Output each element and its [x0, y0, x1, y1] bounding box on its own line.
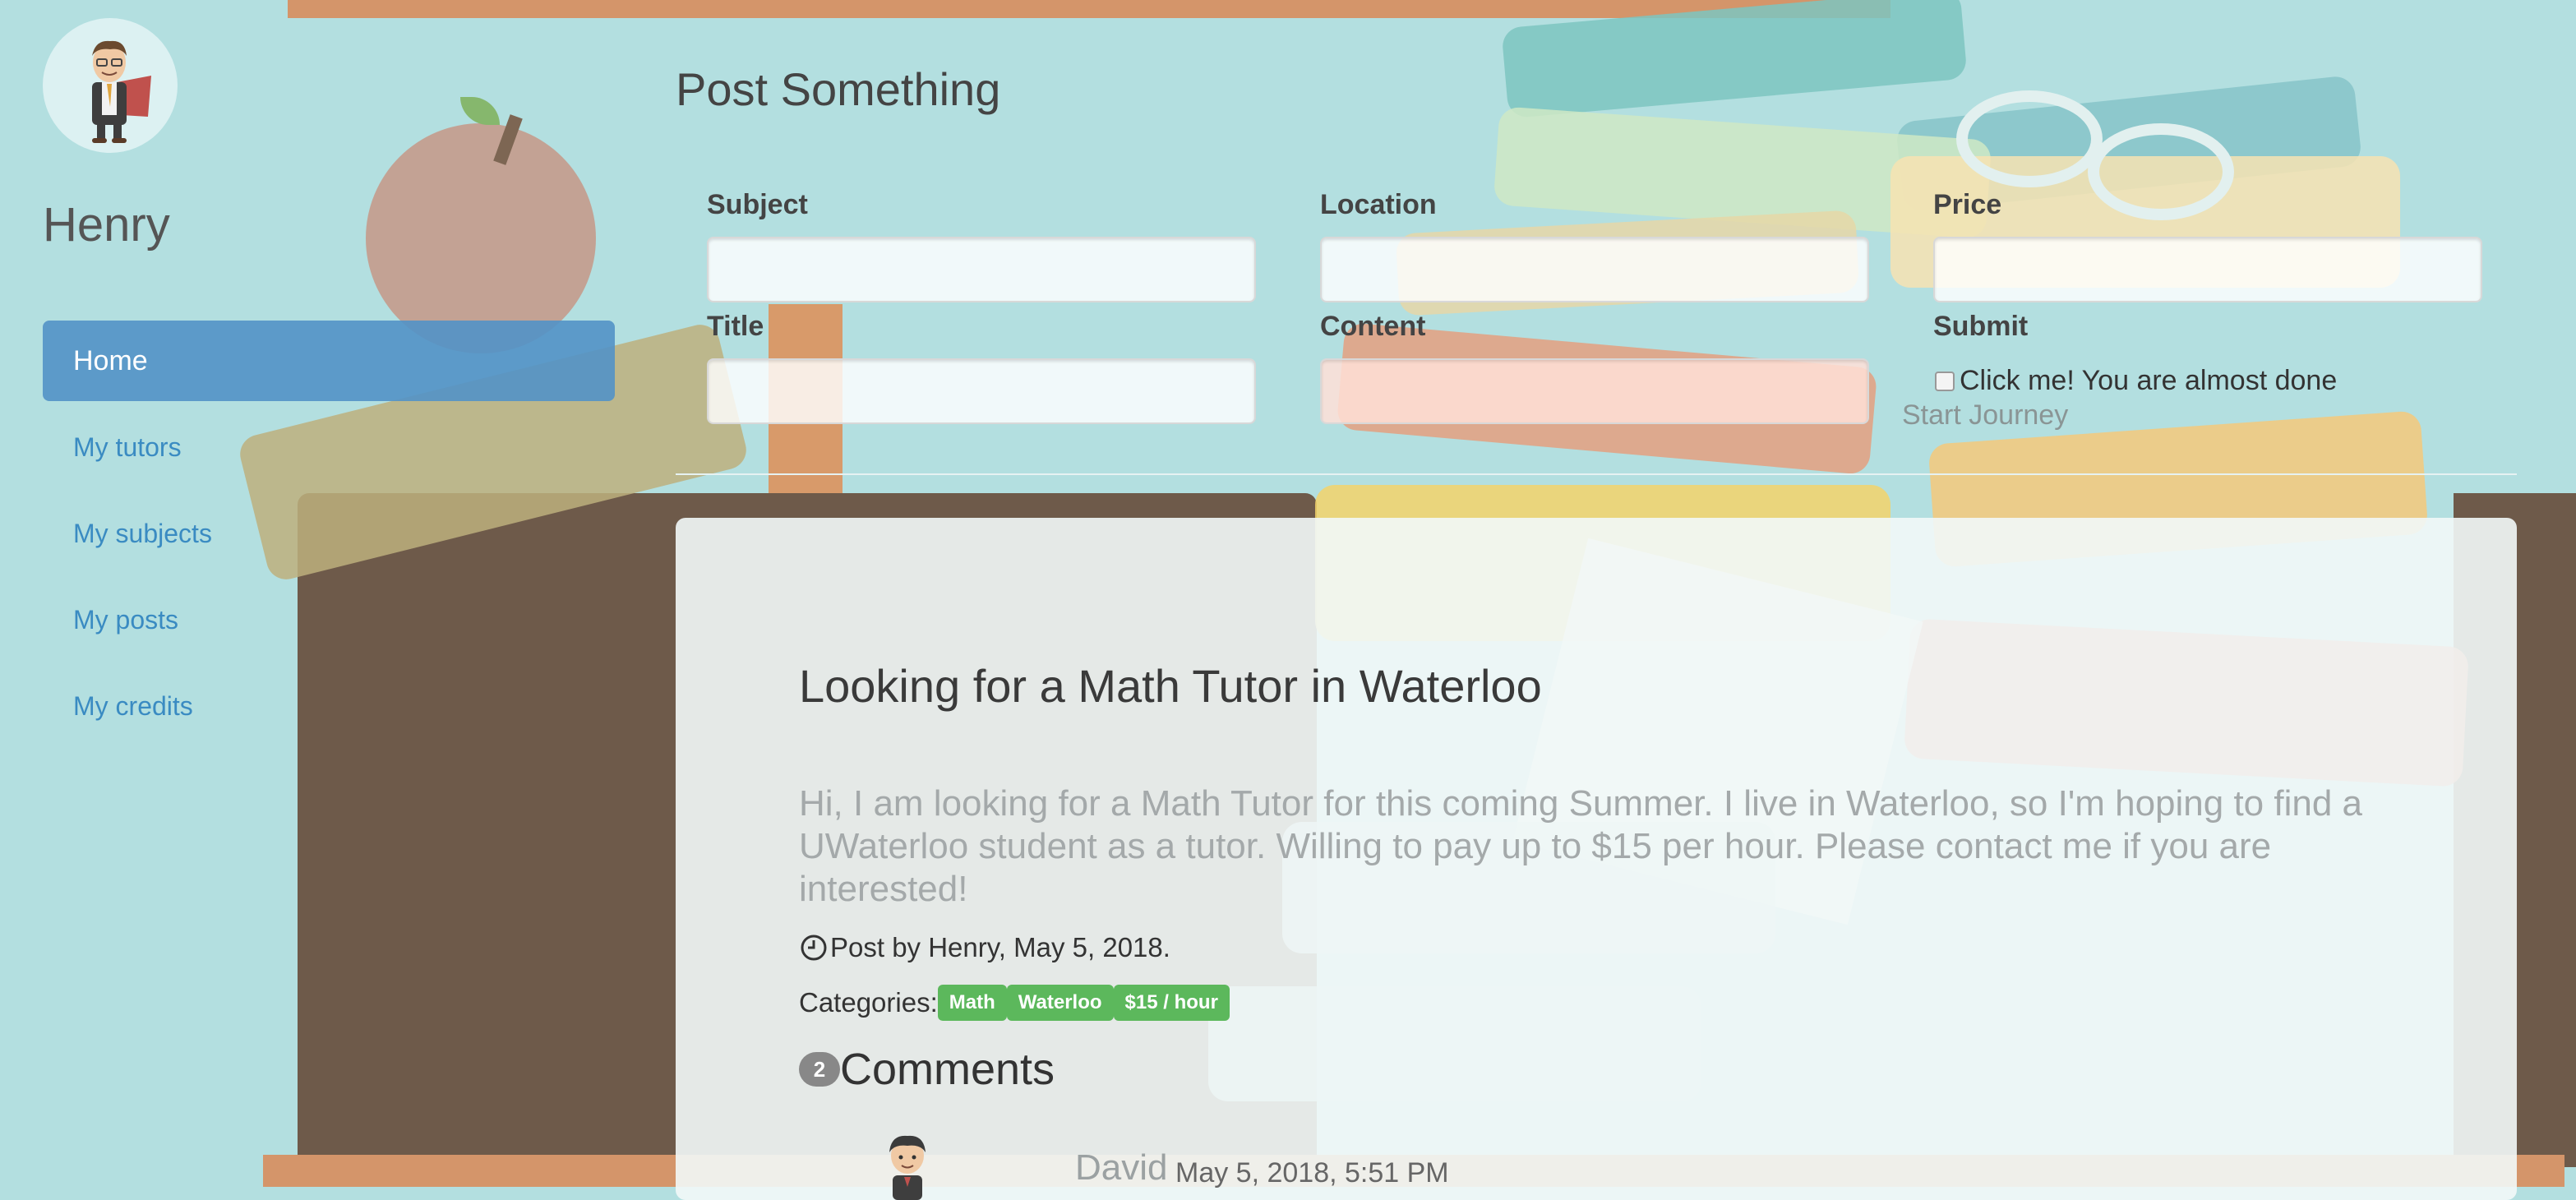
title-field-group: Title	[707, 311, 1259, 424]
content-label: Content	[1320, 311, 1426, 342]
sidebar-item-my-subjects[interactable]: My subjects	[43, 493, 615, 574]
submit-label: Submit	[1933, 311, 2029, 342]
user-name: Henry	[43, 198, 170, 252]
post-body: Hi, I am looking for a Math Tutor for th…	[799, 783, 2363, 909]
post-meta: Post by Henry, May 5, 2018.	[799, 932, 1170, 963]
comments-label: Comments	[840, 1045, 1055, 1094]
content-input[interactable]	[1320, 358, 1869, 424]
title-input[interactable]	[707, 358, 1256, 424]
page-title: Post Something	[676, 63, 1001, 115]
confirm-checkbox-row[interactable]: Click me! You are almost done	[1935, 365, 2337, 397]
subject-input[interactable]	[707, 237, 1256, 302]
sidebar-nav: Home My tutors My subjects My posts My c…	[43, 321, 615, 752]
location-label: Location	[1320, 189, 1437, 220]
post-meta-text: Post by Henry, May 5, 2018.	[830, 932, 1170, 962]
clock-icon	[801, 935, 827, 961]
price-label: Price	[1933, 189, 2002, 220]
divider	[676, 473, 2517, 475]
submit-field-group: Submit	[1933, 311, 2486, 347]
comment-time: May 5, 2018, 5:51 PM	[1175, 1157, 1449, 1188]
user-avatar-icon[interactable]	[43, 18, 178, 153]
sidebar: Henry Home My tutors My subjects My post…	[0, 0, 649, 1187]
sidebar-item-my-tutors[interactable]: My tutors	[43, 407, 615, 487]
sidebar-item-home[interactable]: Home	[43, 321, 615, 401]
location-field-group: Location	[1320, 189, 1872, 302]
location-input[interactable]	[1320, 237, 1869, 302]
comments-heading: 2 Comments	[799, 1044, 1055, 1095]
price-input[interactable]	[1933, 237, 2482, 302]
title-label: Title	[707, 311, 764, 342]
post-card: Looking for a Math Tutor in Waterloo Hi,…	[676, 518, 2517, 1200]
post-title[interactable]: Looking for a Math Tutor in Waterloo	[799, 659, 1542, 713]
start-journey-button[interactable]: Start Journey	[1902, 399, 2068, 432]
post-categories: Categories: Math Waterloo $15 / hour	[799, 985, 1230, 1021]
subject-field-group: Subject	[707, 189, 1259, 302]
confirm-checkbox[interactable]	[1935, 371, 1955, 391]
price-field-group: Price	[1933, 189, 2486, 302]
main-content: Post Something Subject Location Price Ti…	[676, 0, 2517, 1200]
sidebar-item-my-credits[interactable]: My credits	[43, 666, 615, 746]
category-tag-math[interactable]: Math	[937, 985, 1007, 1021]
subject-label: Subject	[707, 189, 808, 220]
commenter-avatar-icon	[875, 1126, 940, 1200]
content-field-group: Content	[1320, 311, 1872, 424]
confirm-checkbox-label[interactable]: Click me! You are almost done	[1960, 365, 2337, 397]
category-tag-price[interactable]: $15 / hour	[1113, 985, 1230, 1021]
sidebar-item-my-posts[interactable]: My posts	[43, 579, 615, 660]
comment-author: David	[1075, 1147, 1168, 1188]
categories-label: Categories:	[799, 987, 938, 1018]
category-tag-waterloo[interactable]: Waterloo	[1006, 985, 1114, 1021]
comment-count-badge: 2	[799, 1052, 840, 1087]
